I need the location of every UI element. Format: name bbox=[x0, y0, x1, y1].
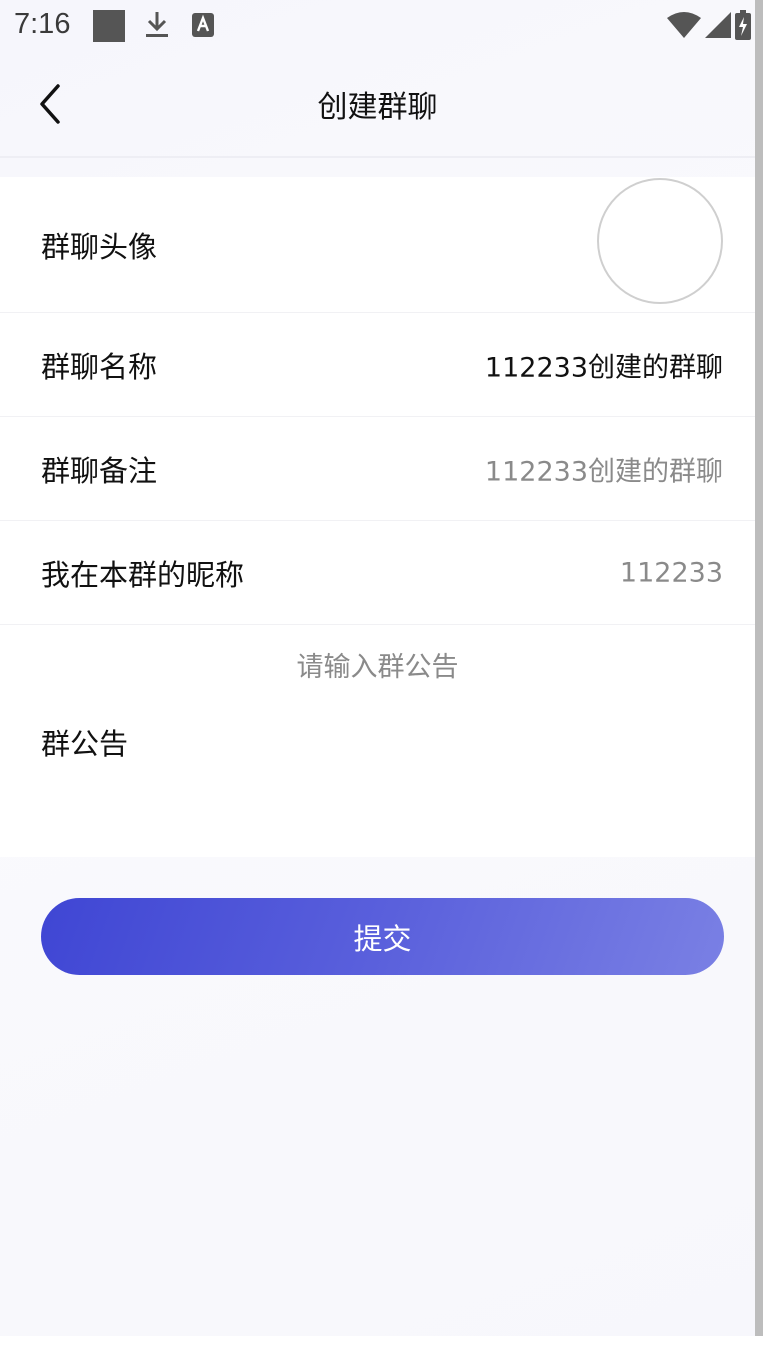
group-notice-row: 请输入群公告 群公告 bbox=[0, 625, 755, 857]
submit-button[interactable]: 提交 bbox=[41, 898, 724, 975]
signal-icon bbox=[705, 12, 731, 38]
group-nickname-input[interactable]: 112233 bbox=[620, 557, 723, 588]
battery-charging-icon bbox=[735, 10, 751, 40]
group-remark-row[interactable]: 群聊备注 112233创建的群聊 bbox=[0, 417, 755, 521]
group-remark-input[interactable]: 112233创建的群聊 bbox=[485, 449, 723, 488]
app-header: 创建群聊 bbox=[0, 52, 755, 156]
group-name-row[interactable]: 群聊名称 112233创建的群聊 bbox=[0, 313, 755, 417]
download-icon bbox=[146, 12, 168, 37]
avatar-picker[interactable] bbox=[597, 178, 723, 304]
group-name-label: 群聊名称 bbox=[41, 349, 158, 384]
scrollbar bbox=[755, 0, 763, 1336]
bottom-bar bbox=[0, 1336, 763, 1356]
status-time: 7:16 bbox=[14, 8, 71, 40]
avatar-label: 群聊头像 bbox=[41, 229, 158, 264]
page-title: 创建群聊 bbox=[317, 90, 438, 125]
status-icons bbox=[667, 10, 751, 40]
group-nickname-row[interactable]: 我在本群的昵称 112233 bbox=[0, 521, 755, 625]
group-form: 群聊头像 群聊名称 112233创建的群聊 群聊备注 112233创建的群聊 我… bbox=[0, 177, 755, 857]
square-icon bbox=[93, 10, 125, 42]
wifi-icon bbox=[667, 12, 701, 38]
group-remark-label: 群聊备注 bbox=[41, 453, 158, 488]
header-divider bbox=[0, 156, 755, 158]
group-nickname-label: 我在本群的昵称 bbox=[41, 557, 245, 592]
avatar-row[interactable]: 群聊头像 bbox=[0, 177, 755, 313]
text-a-icon bbox=[192, 13, 214, 37]
group-name-value[interactable]: 112233创建的群聊 bbox=[485, 345, 723, 384]
group-notice-input[interactable]: 请输入群公告 bbox=[0, 645, 755, 684]
group-notice-label: 群公告 bbox=[41, 727, 129, 761]
status-bar: 7:16 bbox=[0, 0, 755, 52]
